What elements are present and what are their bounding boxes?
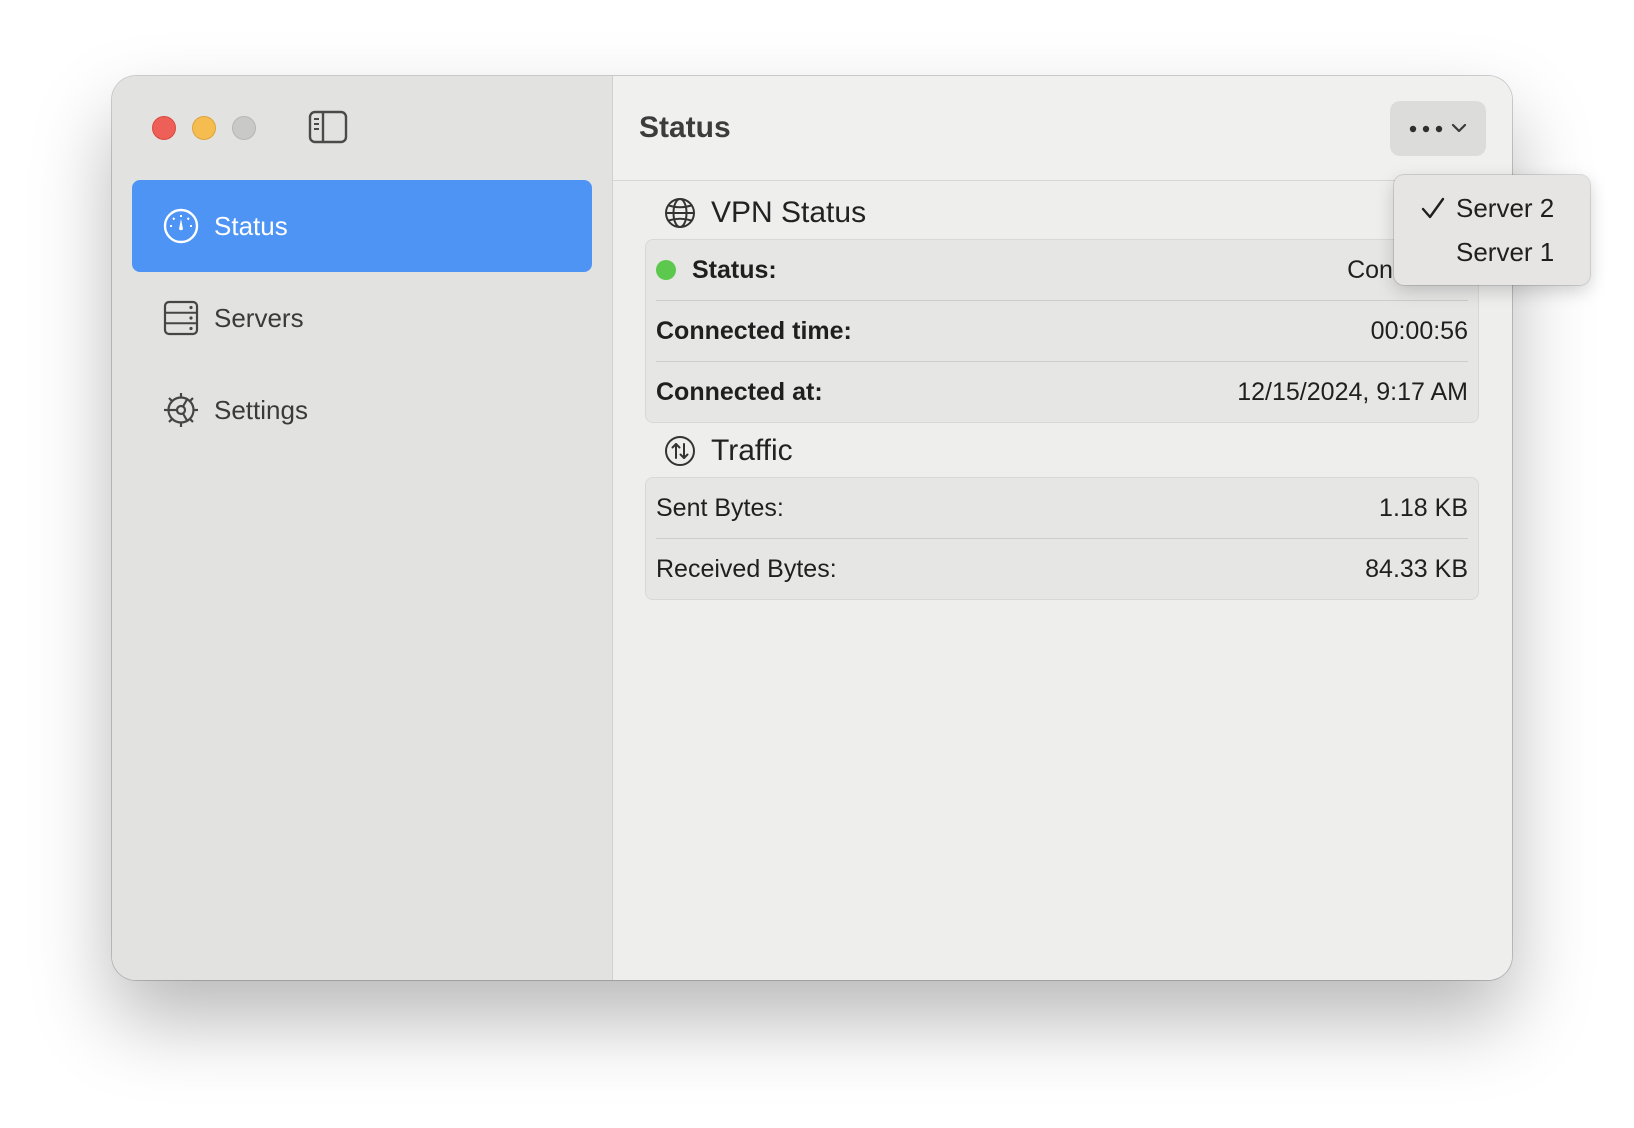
row-label: Received Bytes:	[656, 554, 837, 583]
traffic-card: Sent Bytes: 1.18 KB Received Bytes: 84.3…	[645, 477, 1479, 600]
row-label: Status:	[692, 255, 777, 284]
section-title: Traffic	[711, 434, 793, 467]
row-value: 84.33 KB	[1365, 554, 1468, 583]
row-label: Sent Bytes:	[656, 493, 784, 522]
window-controls	[152, 116, 256, 140]
arrows-up-down-circle-icon	[663, 434, 697, 468]
row-label: Connected at:	[656, 377, 823, 406]
toolbar: Status	[613, 76, 1512, 181]
section-title: VPN Status	[711, 196, 867, 229]
menu-item-server-1[interactable]: Server 1	[1394, 230, 1590, 274]
sidebar: Status Servers Settings	[112, 76, 613, 980]
row-value: 12/15/2024, 9:17 AM	[1237, 377, 1468, 406]
checkmark-icon	[1420, 196, 1448, 220]
row-value: 00:00:56	[1370, 316, 1468, 345]
app-window: Status Servers Settings Status VPN Statu…	[112, 76, 1512, 980]
zoom-window-button[interactable]	[232, 116, 256, 140]
traffic-header: Traffic	[663, 434, 793, 468]
received-bytes-row: Received Bytes: 84.33 KB	[656, 538, 1468, 599]
vpn-status-card: Status: Connected Connected time: 00:00:…	[645, 239, 1479, 423]
minimize-window-button[interactable]	[192, 116, 216, 140]
page-title: Status	[639, 111, 731, 144]
sidebar-nav: Status Servers Settings	[132, 180, 592, 456]
sent-bytes-row: Sent Bytes: 1.18 KB	[656, 478, 1468, 538]
main-content: Status VPN Status Status: Connected time…	[613, 76, 1512, 980]
server-rack-icon	[162, 299, 200, 337]
sidebar-item-settings[interactable]: Settings	[132, 364, 592, 456]
server-dropdown-menu: Server 2 Server 1	[1394, 175, 1590, 285]
status-row: Status: Connected	[656, 240, 1468, 300]
row-label: Connected time:	[656, 316, 852, 345]
chevron-down-icon	[1451, 120, 1467, 138]
sidebar-item-label: Settings	[214, 394, 308, 425]
connected-time-row: Connected time: 00:00:56	[656, 300, 1468, 361]
sidebar-item-label: Status	[214, 210, 288, 241]
menu-item-label: Server 1	[1456, 236, 1555, 267]
connected-at-row: Connected at: 12/15/2024, 9:17 AM	[656, 361, 1468, 422]
close-window-button[interactable]	[152, 116, 176, 140]
menu-item-label: Server 2	[1456, 192, 1555, 223]
vpn-status-header: VPN Status	[663, 196, 866, 230]
menu-item-server-2[interactable]: Server 2	[1394, 186, 1590, 230]
status-indicator	[656, 260, 676, 280]
row-value: 1.18 KB	[1379, 493, 1468, 522]
gear-icon	[162, 391, 200, 429]
server-menu-button[interactable]	[1390, 101, 1486, 156]
sidebar-toggle-icon[interactable]	[308, 110, 348, 144]
sidebar-item-servers[interactable]: Servers	[132, 272, 592, 364]
globe-icon	[663, 196, 697, 230]
ellipsis-icon	[1409, 120, 1443, 138]
sidebar-item-label: Servers	[214, 302, 304, 333]
gauge-icon	[162, 207, 200, 245]
sidebar-item-status[interactable]: Status	[132, 180, 592, 272]
